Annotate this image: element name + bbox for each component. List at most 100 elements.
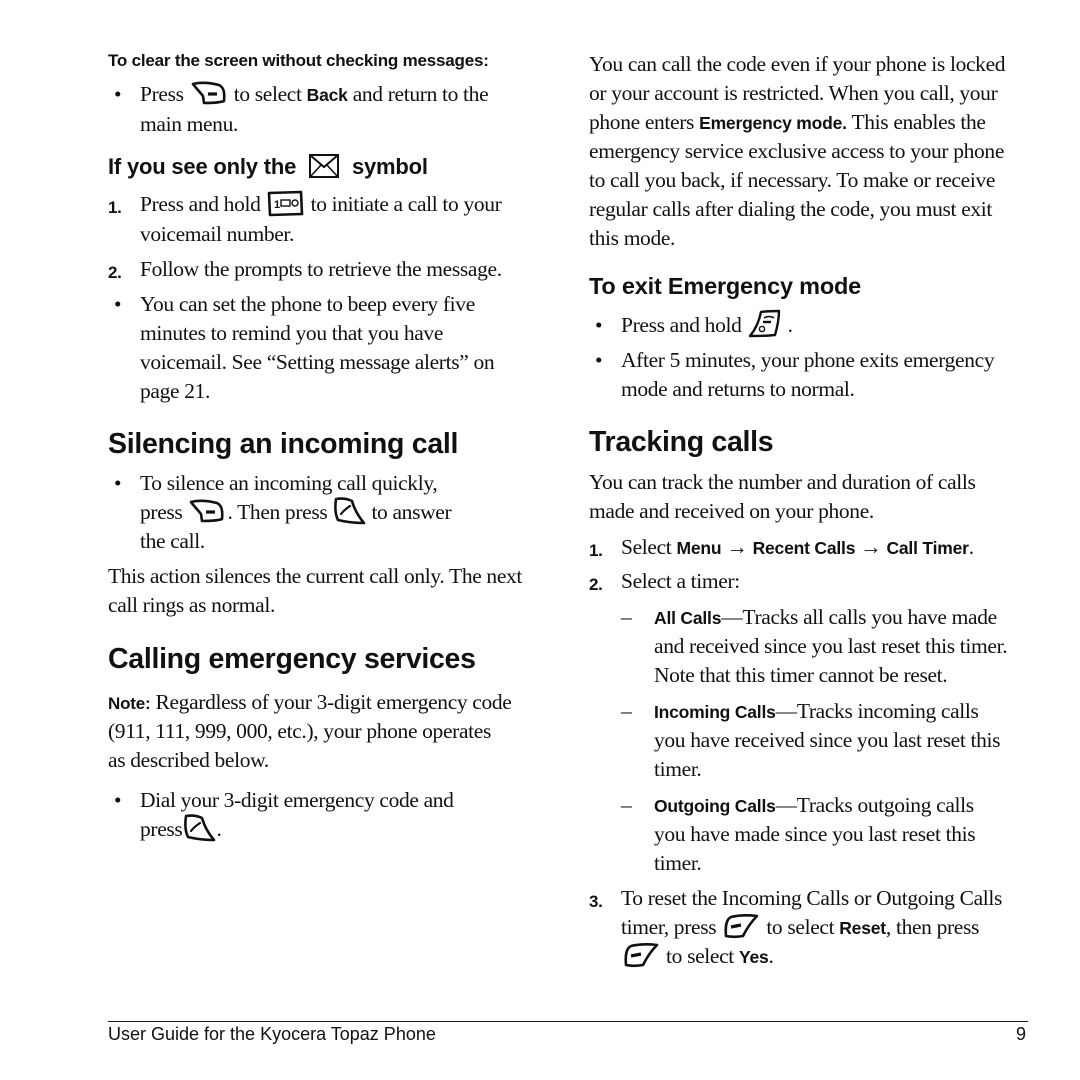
text: . bbox=[768, 944, 774, 968]
text: To silence an incoming call quickly, bbox=[140, 471, 438, 495]
text: Press and hold bbox=[140, 192, 261, 216]
menu-path-menu: Menu bbox=[676, 538, 722, 558]
text: timer. bbox=[654, 757, 702, 781]
text: call rings as normal. bbox=[108, 593, 275, 617]
text: , then press bbox=[885, 915, 980, 939]
bullet-marker: • bbox=[114, 788, 122, 812]
text: you have received since you last reset t… bbox=[654, 728, 1001, 752]
text: to initiate a call to your bbox=[310, 192, 502, 216]
text: Follow the prompts to retrieve the messa… bbox=[140, 257, 502, 281]
footer-rule bbox=[108, 1021, 1028, 1022]
text: as described below. bbox=[108, 748, 269, 772]
step-number: 2. bbox=[589, 575, 603, 594]
bullet-marker: • bbox=[114, 292, 122, 316]
text: to select bbox=[666, 944, 734, 968]
text: minutes to remind you that you have bbox=[140, 321, 444, 345]
dash-marker: – bbox=[621, 793, 632, 817]
envelope-icon bbox=[308, 153, 340, 179]
text: or your account is restricted. When you … bbox=[589, 81, 998, 105]
step-number: 1. bbox=[589, 541, 603, 560]
step-number: 3. bbox=[589, 892, 603, 911]
text: mode and returns to normal. bbox=[621, 377, 855, 401]
text: to call you back, if necessary. To make … bbox=[589, 168, 996, 192]
text: timer, press bbox=[621, 915, 717, 939]
step-number: 1. bbox=[108, 198, 122, 217]
dash-marker: – bbox=[621, 605, 632, 629]
bullet-marker: • bbox=[114, 471, 122, 495]
exit-mode-title: To exit Emergency mode bbox=[589, 273, 862, 299]
reset-label: Reset bbox=[839, 918, 886, 938]
silencing-title: Silencing an incoming call bbox=[108, 428, 459, 460]
emergency-mode-label: Emergency mode. bbox=[699, 113, 847, 133]
text: To reset the Incoming Calls or Outgoing … bbox=[621, 886, 1003, 910]
text: (911, 111, 999, 000, etc.), your phone o… bbox=[108, 719, 491, 743]
text: Dial your 3-digit emergency code and bbox=[140, 788, 454, 812]
text: You can track the number and duration of… bbox=[589, 470, 976, 494]
arrow-right-icon: → bbox=[726, 535, 748, 559]
text: to answer bbox=[371, 500, 452, 524]
text: Select bbox=[621, 535, 672, 559]
dash-marker: – bbox=[621, 699, 632, 723]
tracking-title: Tracking calls bbox=[589, 426, 774, 458]
heading-text: symbol bbox=[351, 154, 428, 179]
text: You can call the code even if your phone… bbox=[589, 52, 1006, 76]
bullet-marker: • bbox=[114, 82, 122, 106]
page-number: 9 bbox=[1016, 1024, 1027, 1044]
timer-label: All Calls bbox=[654, 608, 722, 628]
text: to select bbox=[766, 915, 835, 939]
send-key-icon bbox=[332, 496, 366, 526]
text: made and received on your phone. bbox=[589, 499, 874, 523]
text: emergency service exclusive access to yo… bbox=[589, 139, 1005, 163]
menu-path-recent-calls: Recent Calls bbox=[752, 538, 856, 558]
svg-text:1: 1 bbox=[274, 199, 280, 211]
note-label: Note: bbox=[108, 694, 151, 713]
text: voicemail. See “Setting message alerts” … bbox=[140, 350, 495, 374]
timer-label: Incoming Calls bbox=[654, 702, 776, 722]
right-softkey-icon bbox=[721, 912, 761, 940]
clear-screen-heading: To clear the screen without checking mes… bbox=[108, 51, 489, 70]
text: and received since you last reset this t… bbox=[654, 634, 1008, 658]
text: After 5 minutes, your phone exits emerge… bbox=[621, 348, 995, 372]
text: . bbox=[968, 535, 974, 559]
text: regular calls after dialing the code, yo… bbox=[589, 197, 993, 221]
text: Select a timer: bbox=[621, 569, 740, 593]
text: . Then press bbox=[227, 500, 328, 524]
text: This action silences the current call on… bbox=[108, 564, 523, 588]
end-key-icon bbox=[747, 308, 783, 340]
text: You can set the phone to beep every five bbox=[140, 292, 475, 316]
voicemail-key-icon: 1 bbox=[266, 189, 306, 217]
text: page 21. bbox=[140, 379, 211, 403]
text: main menu. bbox=[140, 112, 239, 136]
text: Press bbox=[140, 82, 184, 106]
text: timer. bbox=[654, 851, 702, 875]
arrow-right-icon: → bbox=[860, 535, 882, 559]
text: phone enters bbox=[589, 110, 695, 134]
text: press bbox=[140, 500, 183, 524]
text: . bbox=[216, 817, 222, 841]
text: Regardless of your 3-digit emergency cod… bbox=[155, 690, 512, 714]
timer-label: Outgoing Calls bbox=[654, 796, 776, 816]
right-softkey-icon bbox=[621, 941, 661, 969]
menu-path-call-timer: Call Timer bbox=[886, 538, 969, 558]
text: Note that this timer cannot be reset. bbox=[654, 663, 948, 687]
text: Press and hold bbox=[621, 313, 742, 337]
send-key-icon bbox=[182, 813, 216, 843]
bullet-marker: • bbox=[595, 313, 603, 337]
only-symbol-heading: If you see only the symbol bbox=[108, 154, 428, 181]
back-softkey-icon bbox=[189, 79, 229, 107]
yes-label: Yes bbox=[738, 947, 769, 967]
bullet-marker: • bbox=[595, 348, 603, 372]
text: —Tracks incoming calls bbox=[775, 699, 979, 723]
text: and return to the bbox=[352, 82, 489, 106]
text: —Tracks all calls you have made bbox=[721, 605, 997, 629]
text: . bbox=[787, 313, 793, 337]
text: voicemail number. bbox=[140, 222, 295, 246]
text: press bbox=[140, 817, 183, 841]
text: the call. bbox=[140, 529, 205, 553]
footer-title: User Guide for the Kyocera Topaz Phone bbox=[108, 1024, 436, 1044]
text: This enables the bbox=[851, 110, 986, 134]
text: this mode. bbox=[589, 226, 676, 250]
step-number: 2. bbox=[108, 263, 122, 282]
emergency-title: Calling emergency services bbox=[108, 643, 476, 675]
text: to select bbox=[233, 82, 302, 106]
